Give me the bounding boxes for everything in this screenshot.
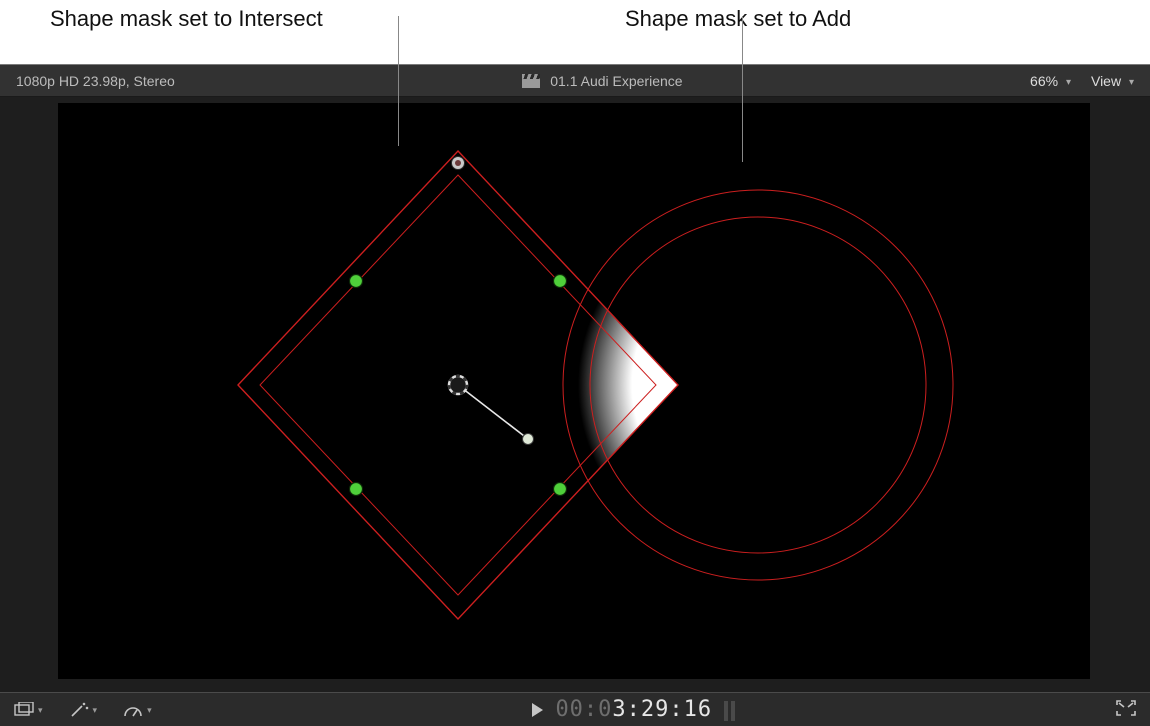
callout-intersect-label: Shape mask set to Intersect (50, 6, 323, 32)
mask-corner-handle[interactable] (350, 275, 363, 288)
mask-center-control[interactable] (449, 376, 534, 445)
viewer-overlay-svg (58, 103, 1090, 679)
timecode-bright: 3:29:16 (612, 697, 712, 722)
view-label: View (1091, 73, 1121, 89)
audio-meter-icon[interactable] (724, 699, 735, 721)
viewer-window: 1080p HD 23.98p, Stereo 01.1 Audi Experi… (0, 64, 1150, 726)
mask-corner-handle[interactable] (554, 483, 567, 496)
chevron-down-icon: ▾ (1066, 77, 1071, 88)
mask-intersection-fill (578, 205, 938, 565)
viewer-canvas[interactable] (58, 103, 1090, 679)
mask-corner-handle[interactable] (350, 483, 363, 496)
crop-icon (14, 702, 34, 718)
enhancements-wand-menu[interactable]: ▾ (69, 701, 98, 719)
play-button[interactable] (532, 703, 543, 717)
chevron-down-icon: ▾ (38, 705, 43, 716)
clapperboard-icon (522, 74, 540, 88)
viewer-topbar: 1080p HD 23.98p, Stereo 01.1 Audi Experi… (0, 65, 1150, 97)
mask-corner-handle[interactable] (554, 275, 567, 288)
timecode-dim: 00:0 (555, 697, 612, 722)
callout-add-leader (742, 16, 743, 162)
format-readout: 1080p HD 23.98p, Stereo (16, 73, 175, 89)
view-menu[interactable]: View ▾ (1091, 73, 1134, 89)
viewer-bottombar: ▾ ▾ ▾ 00:03:29:16 (0, 692, 1150, 726)
transform-crop-menu[interactable]: ▾ (14, 702, 43, 718)
fullscreen-button[interactable] (1116, 700, 1136, 719)
callout-area: Shape mask set to Intersect Shape mask s… (0, 0, 1150, 64)
callout-intersect-leader (398, 16, 399, 146)
wand-icon (69, 701, 89, 719)
retime-speed-menu[interactable]: ▾ (123, 702, 152, 718)
zoom-menu[interactable]: 66% ▾ (1030, 73, 1071, 89)
chevron-down-icon: ▾ (147, 705, 152, 716)
mask-rotate-handle-inner (455, 160, 461, 166)
clip-title: 01.1 Audi Experience (550, 73, 682, 89)
callout-add-label: Shape mask set to Add (625, 6, 851, 32)
speed-gauge-icon (123, 702, 143, 718)
chevron-down-icon: ▾ (1129, 77, 1134, 88)
timecode-readout[interactable]: 00:03:29:16 (555, 697, 712, 722)
chevron-down-icon: ▾ (93, 705, 98, 716)
zoom-value: 66% (1030, 73, 1058, 89)
